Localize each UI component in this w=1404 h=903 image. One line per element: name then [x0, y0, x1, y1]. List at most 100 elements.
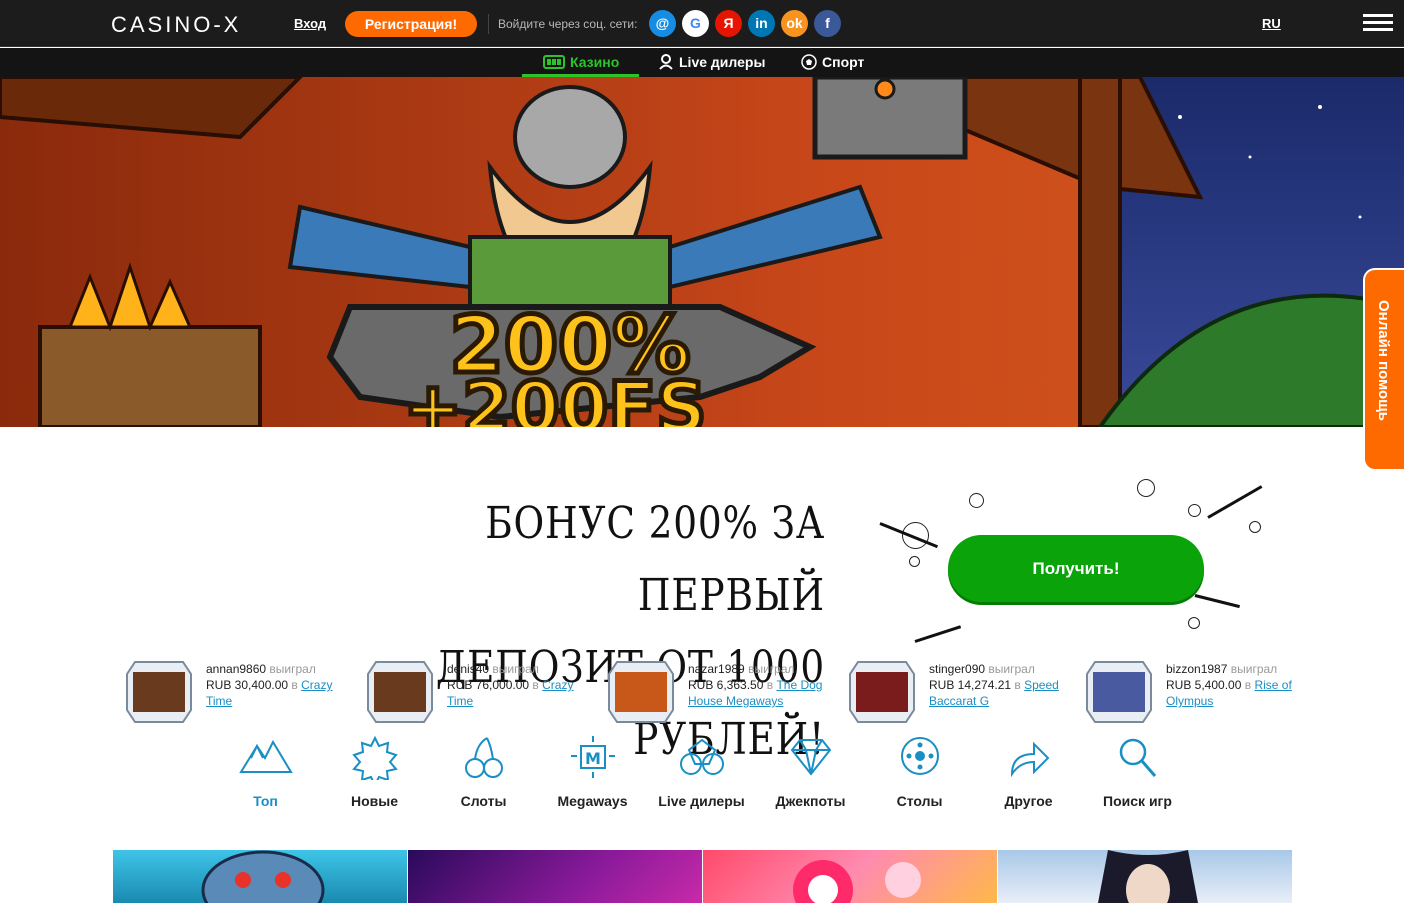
winner-won-label: выиграл [748, 662, 795, 676]
winner-won-label: выиграл [988, 662, 1035, 676]
promo-line-1: БОНУС 200% ЗА ПЕРВЫЙ [485, 498, 825, 621]
decor-circle [1137, 479, 1155, 497]
category-top[interactable]: Топ [211, 730, 320, 820]
banner-text-freespins: +200FS [403, 367, 706, 427]
winner-amount: RUB 14,274.21 [929, 678, 1012, 692]
category-game-search[interactable]: Поиск игр [1083, 730, 1192, 820]
recent-winners: annan9860 выиграл RUB 30,400.00 в Crazy T… [120, 655, 1310, 735]
online-help-label: Онлайн помощь [1375, 300, 1392, 422]
winner-username: annan9860 [206, 662, 267, 676]
winner-item: bizzon1987 выиграл RUB 5,400.00 в Rise of… [1080, 655, 1310, 735]
winner-username: nazar1989 [688, 662, 745, 676]
winner-in-label: в [1014, 678, 1021, 692]
yandex-icon[interactable]: Я [715, 10, 742, 37]
winner-info: stinger090 выиграл RUB 14,274.21 в Speed … [929, 661, 1073, 709]
winner-won-label: выиграл [492, 662, 539, 676]
category-label: Новые [350, 793, 398, 809]
winner-in-label: в [766, 678, 774, 692]
section-nav: Казино Live дилеры Спорт [0, 48, 1404, 77]
facebook-icon[interactable]: f [814, 10, 841, 37]
mail-icon[interactable]: @ [649, 10, 676, 37]
dealer-icon [659, 54, 673, 70]
winner-item: stinger090 выиграл RUB 14,274.21 в Speed … [843, 655, 1073, 735]
game-tile[interactable] [703, 850, 997, 903]
game-tile[interactable] [113, 850, 407, 903]
decor-stroke [1207, 485, 1263, 519]
hero-banner[interactable]: 200% +200FS [0, 77, 1404, 427]
category-jackpots[interactable]: Джекпоты [756, 730, 865, 820]
winner-item: nazar1989 выиграл RUB 6,363.50 в The Dog … [602, 655, 832, 735]
winner-amount: RUB 5,400.00 [1166, 678, 1242, 692]
winner-amount: RUB 6,363.50 [688, 678, 764, 692]
winner-username: stinger090 [929, 662, 986, 676]
category-slots[interactable]: Слоты [429, 730, 538, 820]
winner-in-label: в [1244, 678, 1252, 692]
megaways-icon: M [571, 736, 615, 778]
category-megaways[interactable]: M Megaways [538, 730, 647, 820]
decor-stroke [914, 625, 962, 643]
game-thumbnail[interactable] [1085, 658, 1153, 726]
search-icon [1119, 738, 1157, 777]
category-label: Топ [253, 793, 278, 809]
winner-in-label: в [291, 678, 298, 692]
decor-circle [969, 493, 984, 508]
game-thumbnail[interactable] [848, 658, 916, 726]
mountain-icon [239, 739, 293, 773]
game-thumbnail[interactable] [607, 658, 675, 726]
winner-in-label: в [532, 678, 539, 692]
menu-icon[interactable] [1363, 14, 1393, 32]
category-label: Megaways [557, 793, 628, 809]
category-label: Поиск игр [1103, 793, 1172, 809]
game-tile[interactable] [998, 850, 1292, 903]
odnoklassniki-icon[interactable]: ok [781, 10, 808, 37]
category-label: Live дилеры [658, 793, 745, 809]
winner-amount: RUB 76,000.00 [447, 678, 530, 692]
category-label: Слоты [460, 793, 507, 809]
divider [488, 14, 489, 34]
winner-item: annan9860 выиграл RUB 30,400.00 в Crazy T… [120, 655, 350, 735]
tab-casino-label: Казино [570, 54, 620, 70]
category-label: Джекпоты [775, 793, 846, 809]
winner-won-label: выиграл [1230, 662, 1278, 676]
winner-info: nazar1989 выиграл RUB 6,363.50 в The Dog … [688, 661, 832, 709]
soccer-ball-icon [801, 54, 817, 70]
share-arrow-icon [1010, 741, 1050, 778]
get-bonus-button[interactable]: Получить! [948, 535, 1204, 602]
svg-text:M: M [585, 749, 601, 768]
tab-sport[interactable]: Спорт [801, 48, 871, 77]
winner-username: denis40 [447, 662, 490, 676]
login-link[interactable]: Вход [294, 16, 326, 31]
decor-circle [1188, 617, 1200, 629]
winner-won-label: выиграл [269, 662, 316, 676]
online-help-tab[interactable]: Онлайн помощь [1363, 268, 1404, 471]
tab-live-dealers[interactable]: Live дилеры [659, 48, 769, 77]
tab-casino[interactable]: Казино [522, 48, 639, 77]
game-thumbnail[interactable] [125, 658, 193, 726]
language-selector[interactable]: RU [1262, 16, 1281, 31]
top-bar: CASINO-X Вход Регистрация! Войдите через… [0, 0, 1404, 47]
tab-sport-label: Спорт [822, 54, 865, 70]
decor-circle [909, 556, 920, 567]
roulette-icon [901, 737, 939, 775]
category-other[interactable]: Другое [974, 730, 1083, 820]
category-new[interactable]: Новые [320, 730, 429, 820]
google-icon[interactable]: G [682, 10, 709, 37]
casino-chips-icon [680, 738, 724, 775]
winner-info: bizzon1987 выиграл RUB 5,400.00 в Rise of… [1166, 661, 1310, 709]
game-thumbnail[interactable] [366, 658, 434, 726]
decor-stroke [1194, 594, 1240, 609]
cherries-icon [465, 737, 503, 778]
winner-info: annan9860 выиграл RUB 30,400.00 в Crazy T… [206, 661, 350, 709]
game-tile[interactable] [408, 850, 702, 903]
starburst-icon [352, 735, 398, 780]
decor-circle [1188, 504, 1201, 517]
category-live-dealers[interactable]: Live дилеры [647, 730, 756, 820]
winner-item: denis40 выиграл RUB 76,000.00 в Crazy Tim… [361, 655, 591, 735]
winner-amount: RUB 30,400.00 [206, 678, 289, 692]
category-tables[interactable]: Столы [865, 730, 974, 820]
linkedin-icon[interactable]: in [748, 10, 775, 37]
slot-machine-icon [543, 55, 565, 69]
register-button[interactable]: Регистрация! [345, 11, 477, 37]
winner-username: bizzon1987 [1166, 662, 1228, 676]
logo[interactable]: CASINO-X [111, 12, 241, 38]
